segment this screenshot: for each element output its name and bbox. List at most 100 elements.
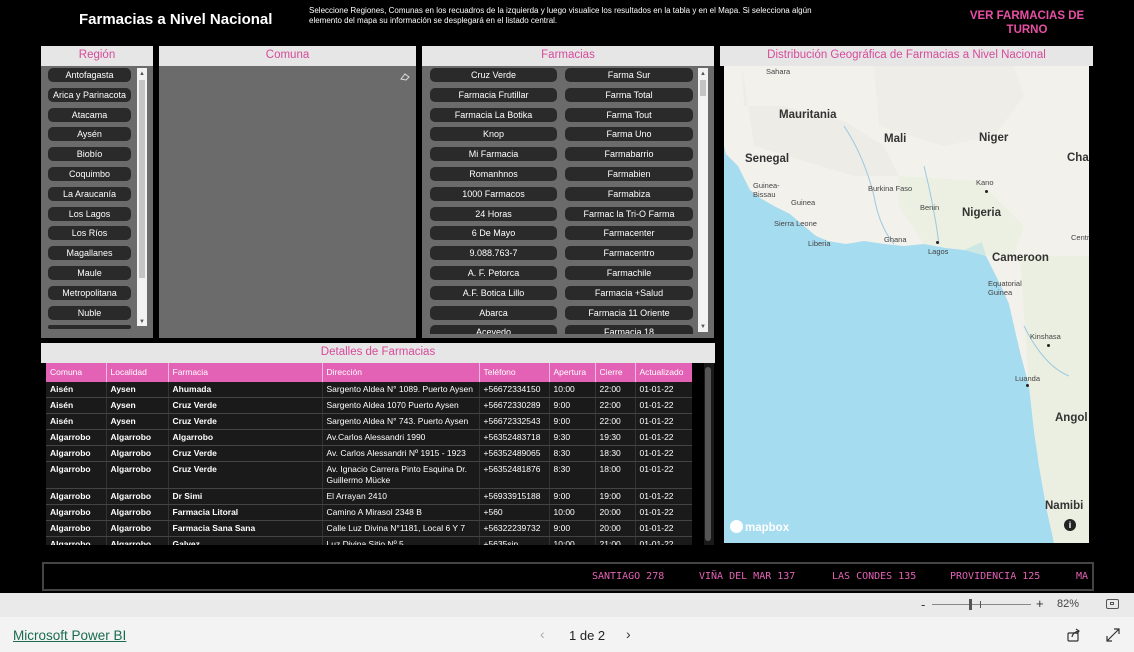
farmacia-item[interactable]: 24 Horas <box>430 206 557 221</box>
mapbox-logo[interactable]: mapbox <box>730 520 789 534</box>
region-scrollbar[interactable]: ▲ ▼ <box>137 68 147 326</box>
table-row[interactable]: Aisén Aysen Cruz Verde Sargento Aldea N° 74… <box>46 413 692 430</box>
farmacia-item[interactable]: Farmacia +Salud <box>565 285 693 300</box>
farmacia-item[interactable]: Farma Tout <box>565 107 693 122</box>
column-header[interactable]: Farmacia <box>168 363 323 382</box>
table-cell: 01-01-22 <box>635 445 692 462</box>
table-row[interactable]: Algarrobo Algarrobo Farmacia Litoral Camino… <box>46 504 692 521</box>
farmacia-item[interactable]: 9.088.763-7 <box>430 246 557 261</box>
chevron-left-icon[interactable]: ‹ <box>540 626 545 642</box>
map-point-kano[interactable] <box>985 190 988 193</box>
column-header[interactable]: Actualizado <box>635 363 692 382</box>
farmacia-item[interactable]: 6 De Mayo <box>430 226 557 241</box>
table-row[interactable]: Aisén Aysen Ahumada Sargento Aldea N° 1089.… <box>46 382 692 398</box>
table-scrollbar[interactable] <box>704 363 714 545</box>
region-item[interactable]: Los Ríos <box>48 226 131 241</box>
farmacias-slicer-title: Farmacias <box>422 46 714 66</box>
farmacia-item[interactable]: A.F. Botica Lillo <box>430 285 557 300</box>
farmacia-item[interactable]: Mi Farmacia <box>430 147 557 162</box>
region-item[interactable]: La Araucanía <box>48 186 131 201</box>
region-item[interactable]: Los Lagos <box>48 206 131 221</box>
farmacia-item[interactable]: Farmacia Frutillar <box>430 87 557 102</box>
region-item[interactable]: Maule <box>48 266 131 280</box>
map-label-liberia: Liberia <box>808 239 831 248</box>
farmacia-item[interactable]: Farmacia 11 Oriente <box>565 305 693 320</box>
fullscreen-icon[interactable] <box>1106 628 1120 642</box>
farmacia-item[interactable]: Romanhnos <box>430 167 557 181</box>
farmacia-item[interactable]: Farmac la Tri-O Farma <box>565 206 693 221</box>
table-row[interactable]: Algarrobo Algarrobo Cruz Verde Av. Carlos A… <box>46 445 692 462</box>
farmacia-item[interactable]: Farma Uno <box>565 127 693 142</box>
column-header[interactable]: Dirección <box>322 363 480 382</box>
table-body: Aisén Aysen Ahumada Sargento Aldea N° 1089.… <box>46 382 692 545</box>
farmacia-item[interactable]: Acevedo <box>430 325 557 334</box>
zoom-slider-thumb[interactable] <box>969 599 972 610</box>
table-row[interactable]: Algarrobo Algarrobo Galvez Luz Divina Sitio… <box>46 536 692 545</box>
farmacia-item[interactable]: Farmacentro <box>565 246 693 261</box>
chevron-right-icon[interactable]: › <box>626 626 631 642</box>
region-item[interactable]: Atacama <box>48 107 131 122</box>
farmacia-item[interactable]: A. F. Petorca <box>430 266 557 280</box>
farmacia-item[interactable]: Farmachile <box>565 266 693 280</box>
table-cell: Algarrobo <box>46 536 107 545</box>
column-header[interactable]: Teléfono <box>479 363 550 382</box>
region-item[interactable]: Metropolitana <box>48 285 131 300</box>
farmacia-item[interactable]: Farmacia 18 <box>565 325 693 334</box>
map-point-lagos[interactable] <box>936 241 939 244</box>
farmacia-item[interactable]: Farmabarrio <box>565 147 693 162</box>
farmacia-item[interactable]: Cruz Verde <box>430 68 557 82</box>
map-visual[interactable]: Sahara Mauritania Mali Niger Cha Senegal… <box>724 66 1089 543</box>
farmacia-item[interactable]: Knop <box>430 127 557 142</box>
map-point-kinshasa[interactable] <box>1047 344 1050 347</box>
table-cell: Algarrobo <box>46 520 107 537</box>
info-icon[interactable]: i <box>1064 519 1076 531</box>
map-label-centr: Centr <box>1071 233 1089 242</box>
farmacia-item[interactable]: Farma Sur <box>565 68 693 82</box>
region-item[interactable]: Arica y Parinacota <box>48 87 131 102</box>
table-cell: 9:00 <box>549 520 596 537</box>
farmacia-item[interactable]: Farmabiza <box>565 186 693 201</box>
table-row[interactable]: Algarrobo Algarrobo Cruz Verde Av. Ignacio … <box>46 461 692 489</box>
farmacia-item[interactable]: Farmacia La Botika <box>430 107 557 122</box>
share-icon[interactable] <box>1067 628 1081 642</box>
map-point-luanda[interactable] <box>1026 384 1029 387</box>
zoom-in-button[interactable]: + <box>1036 596 1044 611</box>
region-item[interactable]: Magallanes <box>48 246 131 261</box>
zoom-slider[interactable] <box>932 599 1031 610</box>
column-header[interactable]: Localidad <box>106 363 169 382</box>
scroll-up-icon[interactable]: ▲ <box>698 70 708 78</box>
table-row[interactable]: Algarrobo Algarrobo Dr Simi El Arrayan 2410… <box>46 488 692 505</box>
scroll-down-icon[interactable]: ▼ <box>137 318 147 326</box>
column-header[interactable]: Apertura <box>549 363 596 382</box>
table-row[interactable]: Aisén Aysen Cruz Verde Sargento Aldea 1070 … <box>46 397 692 414</box>
ver-farmacias-turno-button[interactable]: VER FARMACIAS DE TURNO <box>962 9 1092 37</box>
eraser-icon[interactable] <box>400 68 410 81</box>
farmacia-item[interactable]: 1000 Farmacos <box>430 186 557 201</box>
scroll-up-icon[interactable]: ▲ <box>137 70 147 78</box>
farmacia-item[interactable]: Abarca <box>430 305 557 320</box>
farmacia-item[interactable]: Farmabien <box>565 167 693 181</box>
scroll-thumb[interactable] <box>700 80 706 96</box>
region-item[interactable]: Coquimbo <box>48 167 131 181</box>
scroll-thumb[interactable] <box>139 80 145 278</box>
table-row[interactable]: Algarrobo Algarrobo Farmacia Sana Sana Call… <box>46 520 692 537</box>
column-header[interactable]: Cierre <box>595 363 636 382</box>
zoom-out-button[interactable]: - <box>921 597 925 612</box>
map-label-benin: Benin <box>920 203 940 212</box>
region-item[interactable]: Nuble <box>48 305 131 320</box>
farmacia-item[interactable]: Farmacenter <box>565 226 693 241</box>
column-header[interactable]: Comuna <box>46 363 107 382</box>
farmacia-item[interactable]: Farma Total <box>565 87 693 102</box>
region-item[interactable]: Biobío <box>48 147 131 162</box>
fit-to-page-icon[interactable] <box>1106 599 1119 609</box>
power-bi-link[interactable]: Microsoft Power BI <box>13 628 126 643</box>
table-cell: Algarrobo <box>106 488 169 505</box>
table-row[interactable]: Algarrobo Algarrobo Algarrobo Av.Carlos Ale… <box>46 429 692 446</box>
farmacias-scrollbar[interactable]: ▲ ▼ <box>698 68 708 332</box>
table-cell: 22:00 <box>595 397 636 414</box>
region-item-partial[interactable] <box>48 325 131 330</box>
scroll-down-icon[interactable]: ▼ <box>698 323 708 331</box>
region-item[interactable]: Aysén <box>48 127 131 142</box>
region-item[interactable]: Antofagasta <box>48 68 131 82</box>
scroll-thumb[interactable] <box>705 367 711 541</box>
